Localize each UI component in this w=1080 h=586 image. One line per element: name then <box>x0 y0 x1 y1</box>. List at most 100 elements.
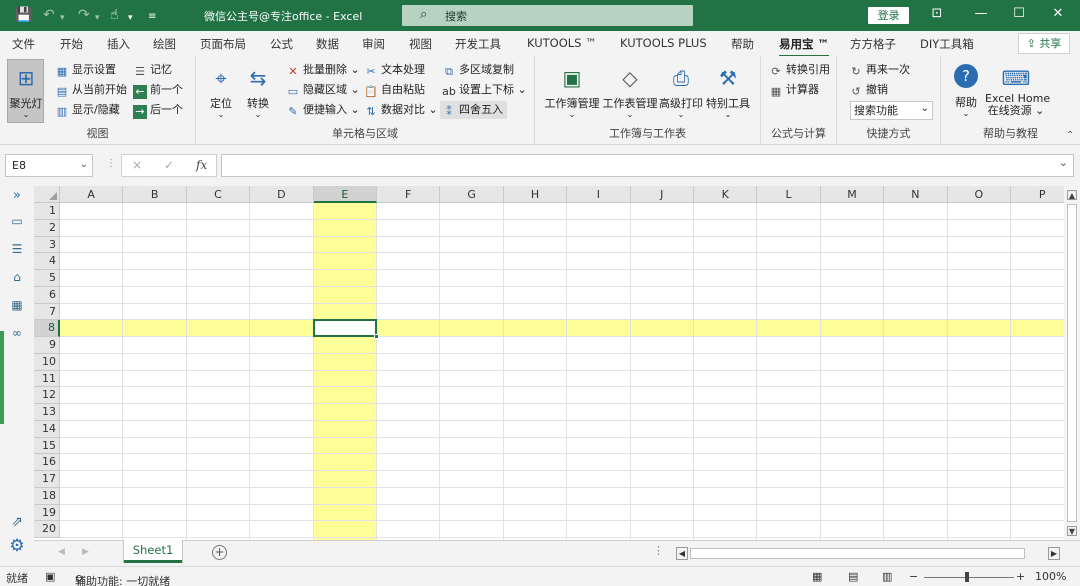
minimize-button[interactable]: — <box>971 6 991 21</box>
tab-review[interactable]: 审阅 <box>362 36 385 52</box>
share-button[interactable]: ⇪ 共享 <box>1018 33 1070 54</box>
row-header[interactable]: 10 <box>34 353 60 371</box>
column-header[interactable]: J <box>630 186 694 203</box>
from-current-button[interactable]: ▤ 从当前开始 <box>55 81 127 99</box>
external-link-icon[interactable]: ⇗ <box>8 514 26 530</box>
column-header[interactable]: I <box>567 186 631 203</box>
scroll-up-icon[interactable]: ▲ <box>1067 190 1077 200</box>
close-button[interactable]: ✕ <box>1048 6 1068 21</box>
expand-panel-icon[interactable]: » <box>8 188 26 203</box>
maximize-button[interactable]: ☐ <box>1009 6 1029 21</box>
settings-gear-icon[interactable]: ⚙ <box>8 536 26 556</box>
batch-delete-button[interactable]: ✕ 批量删除 ⌄ <box>286 61 359 79</box>
zoom-in-icon[interactable]: + <box>1016 570 1025 583</box>
name-box[interactable]: E8 <box>5 154 93 177</box>
page-break-view-icon[interactable]: ▥ <box>882 570 892 583</box>
undo-dropdown-icon[interactable]: ▾ <box>60 10 65 26</box>
vertical-scroll-thumb[interactable] <box>1067 204 1077 522</box>
select-all-corner[interactable] <box>34 186 60 203</box>
row-header[interactable]: 17 <box>34 471 60 488</box>
zoom-slider-track[interactable] <box>924 577 1014 578</box>
data-compare-button[interactable]: ⇅ 数据对比 ⌄ <box>364 101 437 119</box>
advanced-print-button[interactable]: ⎙ 高级打印 ⌄ <box>657 64 705 119</box>
scroll-down-icon[interactable]: ▼ <box>1067 526 1077 536</box>
locate-button[interactable]: ⌖ 定位 ⌄ <box>205 64 237 119</box>
next-button[interactable]: → 后一个 <box>133 101 183 119</box>
repeat-button[interactable]: ↻ 再来一次 <box>849 61 910 79</box>
tab-diy-toolbox[interactable]: DIY工具箱 <box>920 36 974 52</box>
tab-insert[interactable]: 插入 <box>107 36 130 52</box>
column-header[interactable]: C <box>186 186 251 203</box>
row-header[interactable]: 7 <box>34 303 60 321</box>
tab-formulas[interactable]: 公式 <box>270 36 293 52</box>
row-header[interactable]: 4 <box>34 253 60 270</box>
redo-dropdown-icon[interactable]: ▾ <box>95 10 100 26</box>
tab-home[interactable]: 开始 <box>60 36 83 52</box>
column-header[interactable]: D <box>250 186 314 203</box>
column-header[interactable]: F <box>377 186 441 203</box>
column-header[interactable]: L <box>757 186 821 203</box>
row-header[interactable]: 15 <box>34 437 60 455</box>
row-header[interactable]: 14 <box>34 420 60 438</box>
panel-keyboard-icon[interactable]: ▭ <box>8 214 26 228</box>
spreadsheet-grid[interactable]: A B C D E F G H I J K L M N O P 1 2 3 4 5 6 7 8 9 10 11 12 13 14 15 16 1… <box>34 186 1064 540</box>
tab-page-layout[interactable]: 页面布局 <box>200 36 246 52</box>
column-header[interactable]: M <box>820 186 885 203</box>
column-header[interactable]: B <box>123 186 187 203</box>
sheet-tab-sheet1[interactable]: Sheet1 <box>124 540 182 563</box>
panel-binoculars-icon[interactable]: ∞ <box>8 326 26 340</box>
row-header[interactable]: 16 <box>34 454 60 471</box>
free-paste-button[interactable]: 📋 自由粘贴 <box>364 81 425 99</box>
zoom-level[interactable]: 100% <box>1035 570 1066 583</box>
panel-list-icon[interactable]: ☰ <box>8 242 26 256</box>
undo-icon[interactable]: ↶ <box>43 7 55 23</box>
sheet-manage-button[interactable]: ◇ 工作表管理 ⌄ <box>601 64 659 119</box>
tab-data[interactable]: 数据 <box>316 36 339 52</box>
round-button[interactable]: ⁑ 四舍五入 <box>440 101 507 119</box>
spotlight-button[interactable]: ⊞ 聚光灯 ⌄ <box>6 64 46 119</box>
excelhome-button[interactable]: ⌨ Excel Home 在线资源 ⌄ <box>985 64 1050 117</box>
quick-input-button[interactable]: ✎ 便捷输入 ⌄ <box>286 101 359 119</box>
zoom-out-icon[interactable]: − <box>909 570 918 583</box>
tab-kutools-plus[interactable]: KUTOOLS PLUS <box>620 36 707 50</box>
ribbon-display-icon[interactable]: ⊡ <box>927 6 947 21</box>
hide-range-button[interactable]: ▭ 隐藏区域 ⌄ <box>286 81 360 99</box>
column-header[interactable]: A <box>60 186 124 203</box>
tab-kutools[interactable]: KUTOOLS ™ <box>527 36 597 50</box>
row-header[interactable]: 1 <box>34 203 60 220</box>
tab-developer[interactable]: 开发工具 <box>455 36 501 52</box>
horizontal-scroll-thumb[interactable] <box>690 548 1025 559</box>
login-button[interactable]: 登录 <box>868 7 909 24</box>
column-header[interactable]: K <box>694 186 758 203</box>
help-button[interactable]: ? 帮助 ⌄ <box>951 64 981 118</box>
cancel-icon[interactable]: × <box>132 158 142 172</box>
memory-button[interactable]: ☰ 记忆 <box>133 61 172 79</box>
normal-view-icon[interactable]: ▦ <box>812 570 822 583</box>
row-header[interactable]: 8 <box>34 320 60 337</box>
search-box[interactable]: ⌕ 搜索 <box>402 5 693 26</box>
tab-yiyongbao[interactable]: 易用宝 ™ <box>779 36 830 58</box>
show-hide-button[interactable]: ▥ 显示/隐藏 <box>55 101 120 119</box>
column-header[interactable]: P <box>1011 186 1064 203</box>
convert-ref-button[interactable]: ⟳ 转换引用 <box>769 61 830 79</box>
scroll-right-icon[interactable]: ▶ <box>1048 547 1060 560</box>
add-sheet-icon[interactable]: + <box>212 545 227 560</box>
touch-mode-icon[interactable]: ☝ <box>110 7 119 23</box>
column-header[interactable]: H <box>503 186 568 203</box>
column-header[interactable]: E <box>313 186 377 203</box>
page-layout-view-icon[interactable]: ▤ <box>848 570 858 583</box>
active-cell[interactable] <box>312 319 377 337</box>
zoom-slider-thumb[interactable] <box>965 572 969 582</box>
multi-copy-button[interactable]: ⧉ 多区域复制 <box>442 61 514 79</box>
row-header[interactable]: 9 <box>34 337 60 354</box>
previous-button[interactable]: ← 前一个 <box>133 81 183 99</box>
tab-fangfang[interactable]: 方方格子 <box>850 36 896 52</box>
macro-record-icon[interactable]: ▣ <box>45 570 55 583</box>
tab-file[interactable]: 文件 <box>12 36 35 52</box>
row-header[interactable]: 20 <box>34 521 60 538</box>
convert-button[interactable]: ⇆ 转换 ⌄ <box>242 64 274 119</box>
special-tools-button[interactable]: ⚒ 特别工具 ⌄ <box>704 64 752 119</box>
search-function-combo[interactable]: 搜索功能 <box>850 100 933 120</box>
prev-sheet-icon[interactable]: ◀ <box>58 547 65 557</box>
row-header[interactable]: 11 <box>34 370 60 388</box>
